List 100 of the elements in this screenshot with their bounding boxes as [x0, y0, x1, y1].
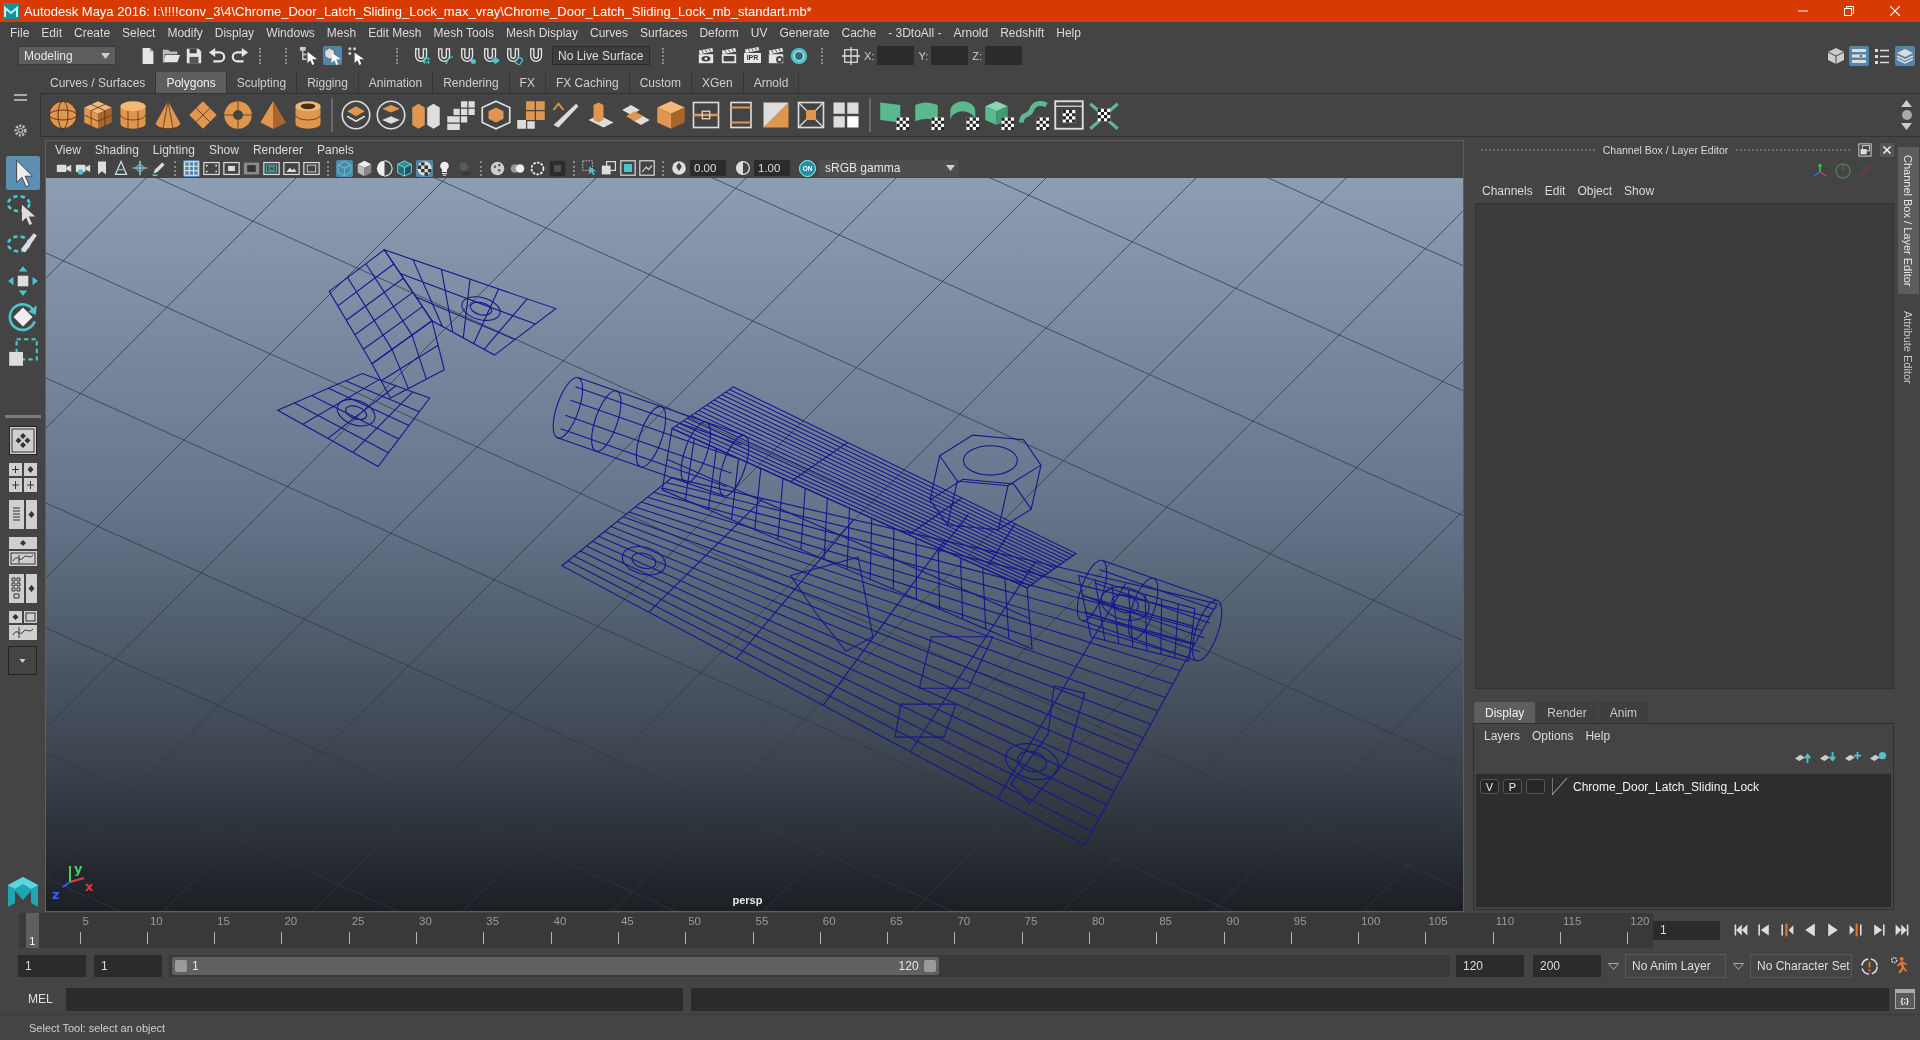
dashed-ring-icon[interactable] — [529, 159, 546, 177]
scroll-down-icon[interactable] — [1901, 123, 1912, 130]
square-split-icon[interactable] — [691, 100, 721, 130]
stacked-layout-icon[interactable] — [8, 537, 37, 566]
ring-sphere-icon[interactable] — [790, 46, 808, 65]
menu-item[interactable]: Surfaces — [634, 25, 694, 40]
shaded-cube-icon[interactable] — [356, 159, 373, 177]
split-square-icon[interactable] — [761, 100, 791, 130]
live-surface-field[interactable]: No Live Surface — [552, 46, 650, 65]
overlapping-squares-icon[interactable] — [601, 160, 617, 176]
menu-item[interactable]: Edit Mesh — [362, 25, 428, 40]
cube-icon[interactable] — [656, 100, 686, 130]
crosshair-square-icon[interactable] — [842, 46, 860, 65]
clapper-gear-icon[interactable] — [767, 46, 785, 65]
pipe-icon[interactable] — [293, 100, 323, 130]
pencil-icon[interactable] — [151, 160, 167, 176]
image-frame-icon[interactable] — [639, 160, 655, 176]
menu-item[interactable]: Arnold — [947, 25, 995, 40]
menu-item[interactable]: Options — [1528, 729, 1582, 743]
close-icon[interactable] — [1890, 6, 1900, 16]
menu-item[interactable]: Renderer — [245, 142, 310, 157]
menu-icon[interactable] — [13, 94, 27, 101]
coordinate-field[interactable] — [985, 46, 1022, 65]
menu-item[interactable]: Channels — [1477, 184, 1540, 198]
undo-icon[interactable] — [208, 46, 226, 65]
menu-item[interactable]: Cache — [835, 25, 883, 40]
coordinate-field[interactable] — [877, 46, 915, 65]
cube-map-icon[interactable] — [984, 100, 1014, 130]
menu-item[interactable]: Panels — [309, 142, 361, 157]
tiles-icon[interactable] — [516, 100, 546, 130]
caret-down-icon[interactable] — [101, 52, 110, 59]
playhead[interactable]: 1 — [25, 912, 40, 948]
shelf-tab[interactable]: Animation — [358, 72, 434, 93]
layer-tab[interactable]: Render — [1536, 702, 1598, 723]
menu-item[interactable]: Edit — [35, 25, 69, 40]
pan-zoom-icon[interactable] — [132, 160, 148, 176]
cone-icon[interactable] — [153, 100, 183, 130]
layer-up-icon[interactable] — [1794, 750, 1812, 764]
film-gate-icon[interactable] — [203, 159, 220, 177]
layers-icon[interactable] — [1895, 45, 1915, 66]
shelf-tab[interactable]: Arnold — [743, 72, 800, 93]
arrow-dots-icon[interactable] — [347, 46, 366, 65]
shaded-cube-icon[interactable] — [396, 159, 413, 177]
unfold-icon[interactable] — [1089, 100, 1119, 130]
animation-end-field[interactable]: 200 — [1533, 955, 1601, 977]
shelf-tab[interactable]: Rendering — [433, 72, 510, 93]
arrow-tree-icon[interactable] — [299, 46, 318, 65]
axis-arrows-icon[interactable] — [1812, 163, 1828, 179]
nested-cube-icon[interactable] — [481, 100, 511, 130]
clapper-eye-icon[interactable] — [697, 46, 715, 65]
split-circle-icon[interactable] — [376, 100, 406, 130]
field-chart-icon[interactable] — [263, 159, 280, 177]
menu-item[interactable]: Generate — [773, 25, 836, 40]
tile-grid-icon[interactable] — [446, 100, 476, 130]
menu-item[interactable]: Display — [208, 25, 261, 40]
menu-item[interactable]: Select — [116, 25, 162, 40]
shelf-tab[interactable]: XGen — [691, 72, 744, 93]
dashed-arrow-icon[interactable] — [582, 160, 598, 176]
animation-start-field[interactable]: 1 — [18, 955, 86, 977]
menu-item[interactable]: Help — [1050, 25, 1087, 40]
menu-item[interactable]: Show — [201, 142, 246, 157]
magnet-plane-icon[interactable] — [482, 46, 500, 65]
exposure-field[interactable]: 0.00 — [690, 160, 726, 176]
half-circle-icon[interactable] — [376, 159, 393, 177]
arrow-cube-icon[interactable] — [323, 46, 342, 65]
menu-item[interactable]: Deform — [693, 25, 745, 40]
sphere-icon[interactable] — [48, 100, 78, 130]
safe-title-icon[interactable] — [303, 159, 320, 177]
square-inset-icon[interactable] — [620, 160, 636, 176]
menu-item[interactable]: Mesh Tools — [427, 25, 500, 40]
menu-item[interactable]: Edit — [1539, 184, 1573, 198]
layer-dot-icon[interactable] — [1869, 750, 1887, 764]
diagonal-line-icon[interactable] — [1552, 778, 1567, 795]
magnet-curve-icon[interactable] — [436, 46, 454, 65]
menu-item[interactable]: Create — [68, 25, 117, 40]
scroll-up-icon[interactable] — [1901, 100, 1912, 107]
running-figure-icon[interactable] — [1890, 956, 1910, 976]
menu-item[interactable]: File — [4, 25, 36, 40]
playback-toggle[interactable]: P — [1503, 779, 1522, 794]
caret-down-icon[interactable] — [1733, 962, 1744, 970]
menu-item[interactable]: Windows — [260, 25, 321, 40]
playback-start-field[interactable]: 1 — [94, 955, 162, 977]
cylinder-map-icon[interactable] — [914, 100, 944, 130]
gamma-field[interactable]: 1.00 — [754, 160, 790, 176]
magnet-point-icon[interactable] — [459, 46, 477, 65]
menu-item[interactable]: Modify — [161, 25, 209, 40]
visibility-toggle[interactable]: V — [1480, 779, 1499, 794]
list-panel-icon[interactable] — [1849, 45, 1869, 66]
skip-to-end-icon[interactable] — [1894, 922, 1910, 938]
shelf-tab[interactable]: Rigging — [297, 72, 359, 93]
layer-tab[interactable]: Anim — [1598, 702, 1649, 723]
menu-item[interactable]: Curves — [584, 25, 635, 40]
caret-down-icon[interactable] — [19, 658, 26, 663]
safe-action-icon[interactable] — [283, 159, 300, 177]
checker-window-icon[interactable] — [1054, 100, 1084, 130]
shelf-tab[interactable]: Polygons — [156, 72, 227, 93]
menu-set-dropdown[interactable]: Modeling — [18, 46, 116, 65]
menu-item[interactable]: UV — [744, 25, 774, 40]
side-tab[interactable]: Channel Box / Layer Editor — [1897, 147, 1919, 295]
resolution-gate-icon[interactable] — [223, 159, 240, 177]
